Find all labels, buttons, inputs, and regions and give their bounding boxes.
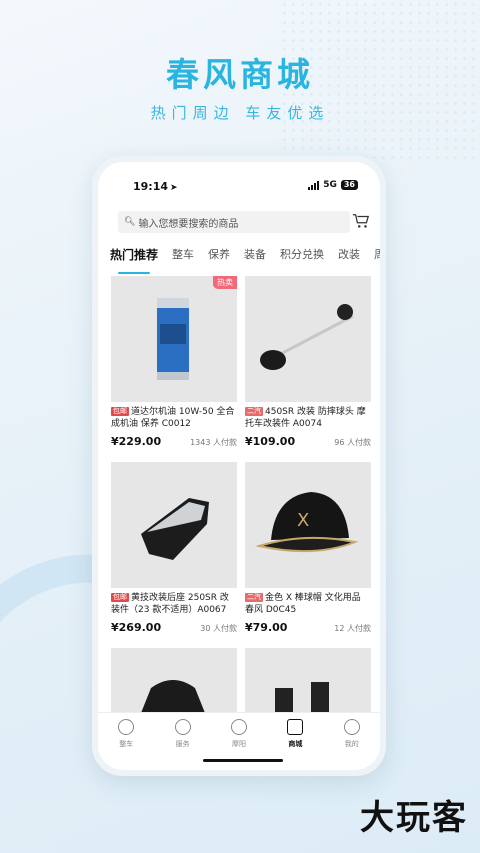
signal-icon bbox=[308, 180, 320, 190]
price-row: ¥269.00 30 人付款 bbox=[111, 621, 237, 634]
oil-can-image bbox=[157, 298, 189, 380]
product-title: 包邮 道达尔机油 10W-50 全合成机油 保养 C0012 bbox=[111, 407, 235, 429]
network-label: 5G bbox=[323, 180, 337, 190]
product-badge: 二汽 bbox=[245, 407, 263, 416]
product-badge: 包邮 bbox=[111, 407, 129, 416]
product-title: 包邮 黄技改装后座 250SR 改装件（23 款不适用）A0067 bbox=[111, 593, 229, 615]
hero-subtitle: 热门周边 车友优选 bbox=[150, 104, 330, 122]
hot-tag: 热卖 bbox=[213, 276, 237, 289]
tab-bar-vehicles[interactable]: 整车 bbox=[106, 719, 146, 770]
watermark-logo: 大玩客 bbox=[360, 798, 468, 838]
status-time: 19:14 ➤ bbox=[133, 180, 178, 193]
tab-hot[interactable]: 热门推荐 bbox=[110, 246, 158, 274]
status-indicators: 5G 36 bbox=[308, 180, 358, 190]
phone-screen: 19:14 ➤ 5G 36 🔍︎ 输入您想要搜索的商品 热门推荐 整车 保养 装备… bbox=[98, 162, 380, 770]
cart-icon[interactable] bbox=[352, 212, 370, 230]
tab-vehicles[interactable]: 整车 bbox=[172, 246, 194, 268]
product-badge: 包邮 bbox=[111, 593, 129, 602]
location-icon: ➤ bbox=[170, 183, 178, 193]
search-icon: 🔍︎ bbox=[124, 217, 136, 227]
product-image bbox=[111, 462, 237, 588]
product-sold: 30 人付款 bbox=[200, 624, 237, 633]
product-price: ¥269.00 bbox=[111, 621, 162, 634]
motorcycle-icon bbox=[118, 719, 135, 735]
battery-icon: 36 bbox=[340, 180, 358, 190]
search-input[interactable]: 🔍︎ 输入您想要搜索的商品 bbox=[118, 211, 350, 233]
tab-bar-service[interactable]: 服务 bbox=[163, 719, 203, 770]
phone-mockup: 19:14 ➤ 5G 36 🔍︎ 输入您想要搜索的商品 热门推荐 整车 保养 装备… bbox=[92, 156, 386, 776]
tab-gear[interactable]: 装备 bbox=[244, 246, 266, 268]
hero-title: 春风商城 bbox=[166, 55, 314, 94]
tab-bar-shop[interactable]: 商城 bbox=[275, 719, 315, 770]
search-placeholder: 输入您想要搜索的商品 bbox=[138, 218, 239, 230]
product-card[interactable]: 二汽 450SR 改装 防摔球头 摩托车改装件 A0074 ¥109.00 96 … bbox=[245, 276, 371, 448]
product-sold: 12 人付款 bbox=[334, 624, 371, 633]
product-sold: 1343 人付款 bbox=[190, 438, 237, 447]
compass-icon bbox=[230, 719, 247, 735]
tab-bar-ride[interactable]: 摩阳 bbox=[219, 719, 259, 770]
product-title: 二汽 金色 X 棒球帽 文化用品 春风 D0C45 bbox=[245, 593, 361, 615]
bag-icon bbox=[287, 719, 304, 735]
rear-seat-cowl-image bbox=[141, 498, 209, 560]
product-title: 二汽 450SR 改装 防摔球头 摩托车改装件 A0074 bbox=[245, 407, 366, 429]
tab-mods[interactable]: 改装 bbox=[338, 246, 360, 268]
profile-icon bbox=[343, 719, 360, 735]
home-indicator bbox=[203, 759, 283, 762]
status-bar: 19:14 ➤ 5G 36 bbox=[98, 180, 380, 196]
product-sold: 96 人付款 bbox=[334, 438, 371, 447]
product-image: 热卖 bbox=[111, 276, 237, 402]
baseball-cap-image: X bbox=[255, 492, 359, 553]
price-row: ¥79.00 12 人付款 bbox=[245, 621, 371, 634]
product-price: ¥79.00 bbox=[245, 621, 288, 634]
product-card[interactable]: 热卖 包邮 道达尔机油 10W-50 全合成机油 保养 C0012 ¥229.00… bbox=[111, 276, 237, 448]
product-image bbox=[245, 276, 371, 402]
product-badge: 二汽 bbox=[245, 593, 263, 602]
svg-text:X: X bbox=[297, 510, 309, 531]
tab-merch[interactable]: 周边 bbox=[374, 246, 380, 268]
product-card[interactable]: X 二汽 金色 X 棒球帽 文化用品 春风 D0C45 ¥79.00 12 人付款 bbox=[245, 462, 371, 634]
tab-bar-me[interactable]: 我的 bbox=[332, 719, 372, 770]
tab-points[interactable]: 积分兑换 bbox=[280, 246, 324, 268]
service-icon bbox=[174, 719, 191, 735]
product-card[interactable]: 包邮 黄技改装后座 250SR 改装件（23 款不适用）A0067 ¥269.00… bbox=[111, 462, 237, 634]
tab-maintenance[interactable]: 保养 bbox=[208, 246, 230, 268]
product-image: X bbox=[245, 462, 371, 588]
price-row: ¥229.00 1343 人付款 bbox=[111, 435, 237, 448]
frame-slider-image bbox=[260, 304, 354, 370]
price-row: ¥109.00 96 人付款 bbox=[245, 435, 371, 448]
product-price: ¥229.00 bbox=[111, 435, 162, 448]
product-price: ¥109.00 bbox=[245, 435, 296, 448]
category-tabs: 热门推荐 整车 保养 装备 积分兑换 改装 周边 bbox=[110, 246, 380, 274]
